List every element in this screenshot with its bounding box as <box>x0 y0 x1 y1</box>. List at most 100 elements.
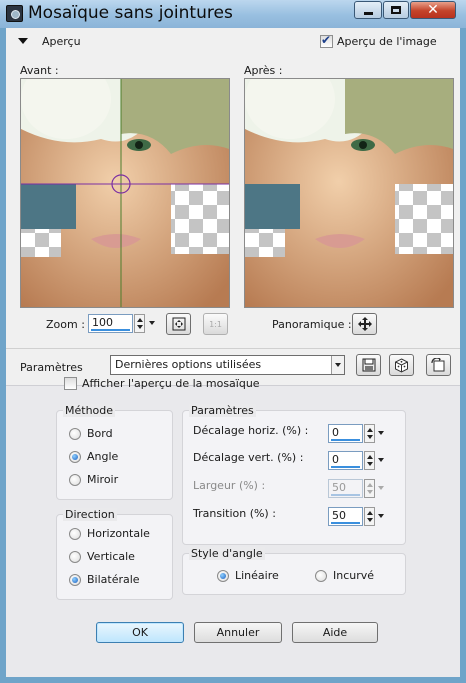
radio-label: Bilatérale <box>87 573 140 586</box>
horiz-offset-dropdown[interactable] <box>376 424 387 443</box>
help-label: Aide <box>322 626 348 639</box>
direction-option-verticale[interactable]: Verticale <box>69 550 135 563</box>
before-label: Avant : <box>20 64 59 77</box>
pan-arrows-icon <box>357 317 372 331</box>
maximize-button[interactable] <box>383 1 409 19</box>
radio-button[interactable] <box>69 473 81 486</box>
vert-offset-dropdown[interactable] <box>376 451 387 470</box>
reset-icon <box>431 357 445 371</box>
radio-label: Bord <box>87 427 113 440</box>
presets-dropdown[interactable]: Dernières options utilisées <box>110 355 345 375</box>
method-option-miroir[interactable]: Miroir <box>69 473 118 486</box>
angle-style-option-incurve[interactable]: Incurvé <box>315 569 374 582</box>
radio-button[interactable] <box>315 569 327 582</box>
zoom-spinner[interactable] <box>134 314 145 333</box>
direction-option-bilaterale[interactable]: Bilatérale <box>69 573 140 586</box>
radio-button[interactable] <box>69 427 81 440</box>
minimize-icon <box>363 11 373 15</box>
maximize-icon <box>391 6 401 14</box>
collapse-arrow-icon[interactable] <box>18 38 28 44</box>
vert-offset-label: Décalage vert. (%) : <box>193 451 304 464</box>
pan-button[interactable] <box>352 313 377 335</box>
angle-style-option-lineaire[interactable]: Linéaire <box>217 569 279 582</box>
zoom-one-to-one-button[interactable]: 1:1 <box>203 313 228 335</box>
after-label: Après : <box>244 64 283 77</box>
section-divider <box>6 348 460 349</box>
dialog-window: Mosaïque sans jointures ✕ Aperçu Aperçu … <box>0 0 466 683</box>
image-preview-checkbox[interactable]: Aperçu de l'image <box>320 33 437 48</box>
angle-style-title: Style d'angle <box>189 547 265 560</box>
one-to-one-label: 1:1 <box>209 319 222 329</box>
vert-offset-spinner[interactable] <box>364 451 375 470</box>
zoom-dropdown-arrow[interactable] <box>147 314 159 333</box>
show-mosaic-label: Afficher l'aperçu de la mosaïque <box>82 377 260 390</box>
before-preview[interactable] <box>20 78 230 308</box>
before-image[interactable] <box>21 79 229 307</box>
width-input: 50 <box>328 479 363 498</box>
window-title: Mosaïque sans jointures <box>28 3 233 23</box>
minimize-button[interactable] <box>354 1 382 19</box>
checkbox-box[interactable] <box>64 377 77 390</box>
radio-button[interactable] <box>69 550 81 563</box>
zoom-label: Zoom : <box>46 318 85 331</box>
zoom-input[interactable]: 100 <box>88 314 133 333</box>
width-dropdown <box>376 479 387 498</box>
direction-option-horizontale[interactable]: Horizontale <box>69 527 150 540</box>
ok-label: OK <box>132 626 148 639</box>
close-icon: ✕ <box>427 2 439 18</box>
image-preview-label: Aperçu de l'image <box>337 35 437 48</box>
zoom-fit-icon <box>172 317 185 331</box>
pan-label: Panoramique : <box>272 318 352 331</box>
method-option-angle[interactable]: Angle <box>69 450 118 463</box>
close-button[interactable]: ✕ <box>410 1 456 19</box>
presets-selected-value: Dernières options utilisées <box>115 358 262 371</box>
checkbox-box[interactable] <box>320 33 333 48</box>
width-label: Largeur (%) : <box>193 479 266 492</box>
radio-label: Verticale <box>87 550 135 563</box>
transition-spinner[interactable] <box>364 507 375 526</box>
save-preset-button[interactable] <box>356 354 381 376</box>
params-title: Paramètres <box>189 404 256 417</box>
help-button[interactable]: Aide <box>292 622 378 643</box>
horiz-offset-label: Décalage horiz. (%) : <box>193 424 309 437</box>
angle-style-group: Style d'angle Linéaire Incurvé <box>182 547 406 595</box>
chevron-down-icon[interactable] <box>331 356 344 374</box>
params-group: Paramètres Décalage horiz. (%) : 0 Décal… <box>182 404 406 545</box>
radio-label: Incurvé <box>333 569 375 582</box>
randomize-button[interactable] <box>389 354 414 376</box>
after-preview[interactable] <box>244 78 454 308</box>
direction-title: Direction <box>63 508 117 521</box>
cancel-button[interactable]: Annuler <box>194 622 282 643</box>
preview-section-label: Aperçu <box>42 35 81 48</box>
title-bar[interactable]: Mosaïque sans jointures ✕ <box>0 0 466 28</box>
show-mosaic-checkbox[interactable]: Afficher l'aperçu de la mosaïque <box>64 377 260 390</box>
radio-label: Miroir <box>87 473 119 486</box>
cancel-label: Annuler <box>216 626 260 639</box>
zoom-fit-button[interactable] <box>166 313 191 335</box>
radio-button[interactable] <box>69 527 81 540</box>
method-title: Méthode <box>63 404 116 417</box>
randomize-icon <box>395 357 408 373</box>
app-icon <box>6 5 23 22</box>
direction-group: Direction Horizontale Verticale Bilatéra… <box>56 508 173 600</box>
radio-button[interactable] <box>217 569 229 582</box>
vert-offset-input[interactable]: 0 <box>328 451 363 470</box>
reset-button[interactable] <box>426 354 451 376</box>
transition-input[interactable]: 50 <box>328 507 363 526</box>
ok-button[interactable]: OK <box>96 622 184 643</box>
radio-button[interactable] <box>69 573 81 586</box>
preview-section: Aperçu Aperçu de l'image Avant : Après : <box>6 28 460 348</box>
method-option-bord[interactable]: Bord <box>69 427 113 440</box>
radio-label: Linéaire <box>235 569 279 582</box>
method-group: Méthode Bord Angle Miroir <box>56 404 173 500</box>
transition-dropdown[interactable] <box>376 507 387 526</box>
horiz-offset-spinner[interactable] <box>364 424 375 443</box>
transition-label: Transition (%) : <box>193 507 276 520</box>
radio-button[interactable] <box>69 450 81 463</box>
save-preset-icon <box>362 358 375 372</box>
width-spinner <box>364 479 375 498</box>
horiz-offset-input[interactable]: 0 <box>328 424 363 443</box>
radio-label: Angle <box>87 450 119 463</box>
after-image[interactable] <box>245 79 453 307</box>
radio-label: Horizontale <box>87 527 150 540</box>
